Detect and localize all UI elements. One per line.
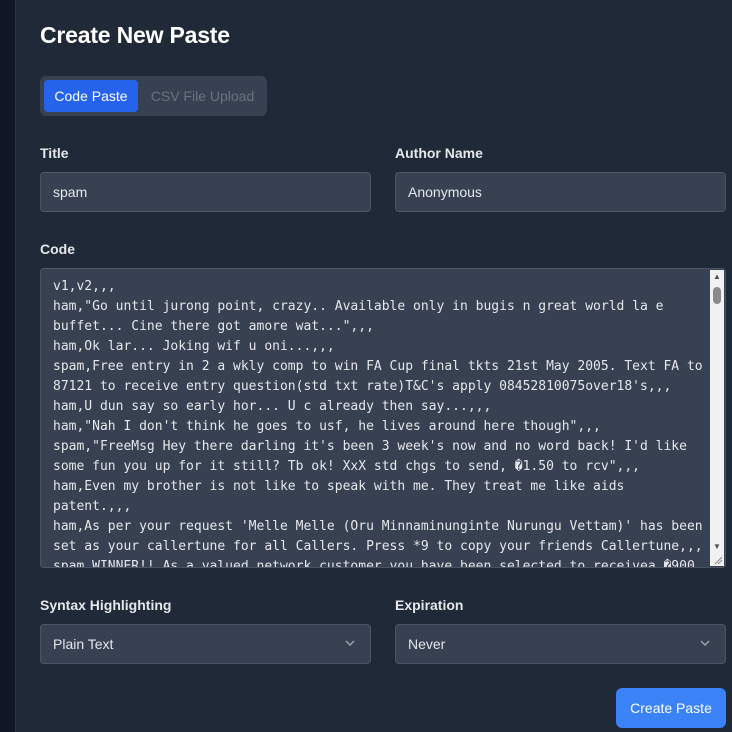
- code-scrollbar[interactable]: ▲ ▼: [710, 270, 724, 554]
- scroll-up-icon[interactable]: ▲: [710, 270, 724, 284]
- code-content: v1,v2,,, ham,"Go until jurong point, cra…: [53, 279, 703, 568]
- chevron-down-icon: [344, 625, 356, 677]
- title-input[interactable]: [40, 172, 371, 212]
- syntax-select[interactable]: Plain Text: [40, 624, 371, 664]
- paste-type-tabs: Code Paste CSV File Upload: [40, 76, 267, 116]
- author-label: Author Name: [395, 145, 483, 161]
- title-label: Title: [40, 145, 69, 161]
- scroll-thumb[interactable]: [713, 287, 721, 304]
- syntax-label: Syntax Highlighting: [40, 597, 172, 613]
- code-textarea[interactable]: v1,v2,,, ham,"Go until jurong point, cra…: [40, 268, 726, 568]
- expiration-select-value: Never: [408, 636, 446, 652]
- tab-code-paste[interactable]: Code Paste: [44, 80, 138, 112]
- create-paste-button[interactable]: Create Paste: [616, 688, 726, 728]
- tab-csv-file-upload[interactable]: CSV File Upload: [142, 80, 263, 112]
- chevron-down-icon: [699, 625, 711, 677]
- syntax-select-value: Plain Text: [53, 636, 114, 652]
- expiration-label: Expiration: [395, 597, 464, 613]
- expiration-select[interactable]: Never: [395, 624, 726, 664]
- resize-handle-icon[interactable]: [710, 552, 724, 566]
- sidebar-strip: [0, 0, 15, 732]
- author-input[interactable]: [395, 172, 726, 212]
- code-label: Code: [40, 241, 75, 257]
- page-title: Create New Paste: [40, 22, 230, 48]
